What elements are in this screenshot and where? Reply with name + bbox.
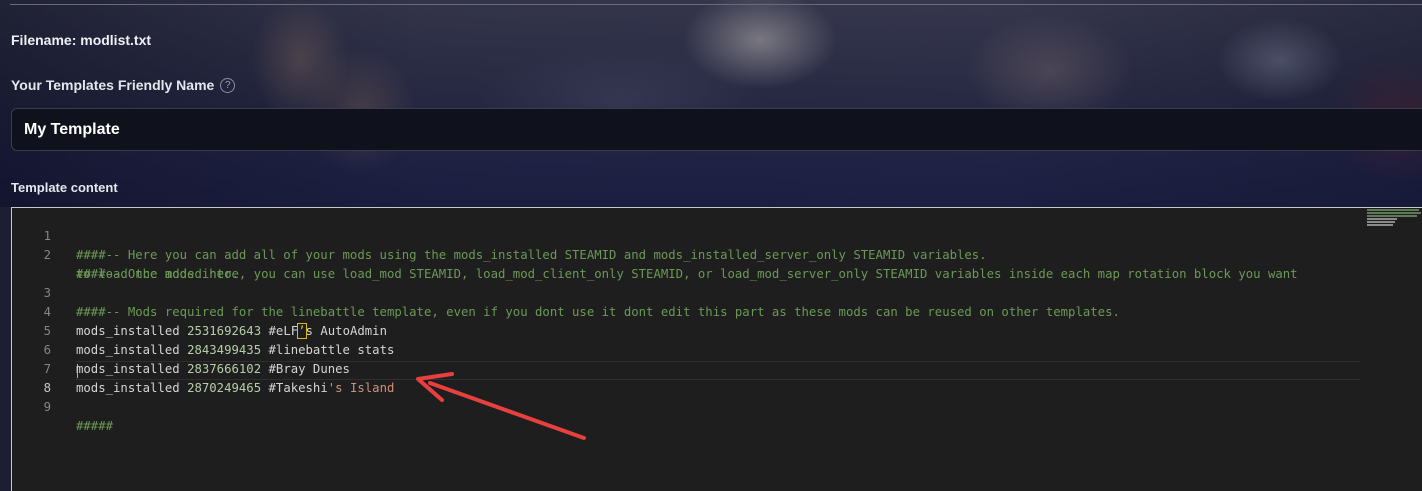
line-number: 9 [43,400,51,414]
editor-line-active: 8 [12,360,51,395]
code-number: 2870249465 [187,381,262,395]
template-name-input[interactable] [11,108,1422,151]
filename-label: Filename: modlist.txt [11,32,152,48]
template-name-label: Your Templates Friendly Name [11,77,215,93]
template-content-label: Template content [11,180,118,195]
editor-line: 5 mods_installed 2843499435 #linebattle … [12,303,395,357]
code-text: mods_installed 2531692643 #eLF’s AutoAdm… [76,322,387,341]
bracket-highlight: ’ [297,323,307,339]
code-comment: to load the mods into. [76,267,239,281]
code-comment: ##### [76,419,114,433]
editor-line: 2 ####-- Once added here, you can use lo… [12,227,1298,281]
editor-line: 7 mods_installed 2870249465 #Takeshi's I… [12,341,395,395]
code-number: 2531692643 [187,324,262,338]
code-keyword: mods_installed [76,324,180,338]
code-string: 's Island [327,381,395,395]
editor-line: 3 ####-- Mods required for the linebattl… [12,265,1120,319]
annotation-arrow [416,372,586,440]
editor-line: 9 ##### [12,379,113,433]
code-number: 2843499435 [187,343,262,357]
code-text: mods_installed 2843499435 #linebattle st… [76,341,394,360]
code-text: mods_installed 2837666102 #Bray Dunes [76,360,350,379]
code-text-part: #eLF [268,324,299,338]
code-keyword: mods_installed [76,381,180,395]
code-editor[interactable]: 1 ####-- Here you can add all of your mo… [11,207,1422,491]
code-comment: ####-- Here you can add all of your mods… [76,248,987,262]
code-number: 2837666102 [187,362,262,376]
editor-line: 6 mods_installed 2837666102 #Bray Dunes [12,322,350,376]
divider [10,4,1422,5]
code-text-part: #Bray Dunes [268,362,350,376]
editor-line: 1 ####-- Here you can add all of your mo… [12,208,987,262]
template-name-label-row: Your Templates Friendly Name ? [11,77,236,93]
editor-line: 4 mods_installed 2531692643 #eLF’s AutoA… [12,284,387,339]
code-keyword: mods_installed [76,343,180,357]
code-comment: ####-- Mods required for the linebattle … [76,305,1120,319]
question-circle-icon[interactable]: ? [220,77,236,93]
banner-shade [0,0,1422,207]
code-keyword: mods_installed [76,362,180,376]
editor-line-wrapped: to load the mods into. [12,246,239,281]
code-text: mods_installed 2870249465 #Takeshi's Isl… [76,379,394,398]
code-text-part: s AutoAdmin [305,324,387,338]
code-comment: ####-- Once added here, you can use load… [76,267,1298,281]
code-text-part: #linebattle stats [268,343,395,357]
editor-minimap[interactable] [1367,209,1422,229]
code-text-part: #Takeshi [268,381,328,395]
